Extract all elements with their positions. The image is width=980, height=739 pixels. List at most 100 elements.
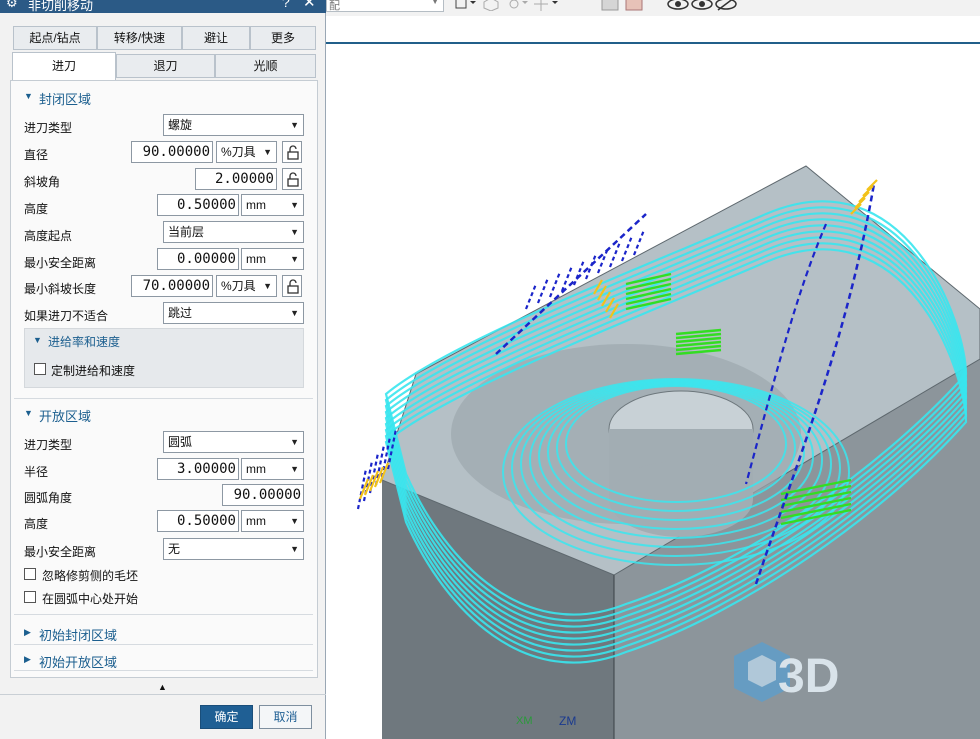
- help-button[interactable]: ?: [282, 0, 290, 10]
- axis-label: XM: [516, 715, 533, 727]
- tab-smoothing[interactable]: 光顺: [215, 54, 316, 78]
- closed-height-input[interactable]: 0.50000: [157, 194, 239, 216]
- collapse-triangle-icon: ▼: [24, 91, 33, 101]
- section-title: 封闭区域: [39, 92, 92, 107]
- select-value: 圆弧: [168, 435, 193, 449]
- rapid-move: [524, 283, 538, 310]
- custom-feed-label: 定制进给和速度: [51, 364, 136, 378]
- dialog-titlebar: ⚙ 非切削移动 ? ✕: [0, 0, 326, 13]
- select-value: mm: [246, 514, 266, 528]
- tab-label: 转移/快速: [113, 31, 166, 45]
- dropdown-arrow-icon: ▼: [290, 254, 299, 264]
- ramp-angle-input[interactable]: 2.00000: [195, 168, 277, 190]
- rapid-move: [536, 277, 550, 304]
- min-ramp-length-input[interactable]: 70.00000: [131, 275, 213, 297]
- closed-min-safe-input[interactable]: 0.00000: [157, 248, 239, 270]
- tab-transfer-rapid[interactable]: 转移/快速: [97, 26, 182, 50]
- tab-start-drill-point[interactable]: 起点/钻点: [13, 26, 97, 50]
- arc-angle-input[interactable]: 90.00000: [222, 484, 304, 506]
- open-entry-type-label: 进刀类型: [24, 438, 73, 452]
- hide-eye-icon[interactable]: [714, 0, 738, 11]
- ignore-trim-side-checkbox[interactable]: [24, 568, 36, 580]
- lock-icon: [287, 172, 299, 187]
- select-value: %刀具: [221, 145, 256, 159]
- min-ramp-unit-select[interactable]: %刀具 ▼: [216, 275, 277, 297]
- open-height-unit-select[interactable]: mm ▼: [241, 510, 304, 532]
- box-shade-icon[interactable]: [600, 0, 622, 11]
- open-min-safe-label: 最小安全距离: [24, 545, 97, 559]
- select-value: 当前层: [168, 225, 205, 239]
- dropdown-arrow-icon: ▼: [290, 516, 299, 526]
- dropdown-value: 配: [329, 0, 340, 12]
- radius-label: 半径: [24, 465, 49, 479]
- divider: [14, 614, 313, 615]
- open-height-label: 高度: [24, 517, 49, 531]
- diameter-unit-select[interactable]: %刀具 ▼: [216, 141, 277, 163]
- section-title: 初始开放区域: [39, 655, 118, 670]
- ramp-angle-lock-button[interactable]: [282, 168, 302, 190]
- radius-unit-select[interactable]: mm ▼: [241, 458, 304, 480]
- select-value: 跳过: [168, 306, 193, 320]
- expand-triangle-icon: ▶: [24, 654, 31, 664]
- closed-entry-type-select[interactable]: 螺旋 ▼: [163, 114, 304, 136]
- dropdown-arrow-icon: ▼: [290, 200, 299, 210]
- section-title: 初始封闭区域: [39, 628, 118, 643]
- min-ramp-lock-button[interactable]: [282, 275, 302, 297]
- point-snap-icon[interactable]: [506, 0, 528, 11]
- divider: [14, 644, 313, 645]
- closed-height-label: 高度: [24, 202, 49, 216]
- ramp-angle-label: 斜坡角: [24, 175, 61, 189]
- show-only-eye-icon[interactable]: [690, 0, 714, 11]
- select-value: 无: [168, 542, 181, 556]
- tab-retract[interactable]: 退刀: [116, 54, 215, 78]
- rapid-move: [560, 265, 574, 292]
- diameter-label: 直径: [24, 148, 49, 162]
- crosshair-snap-icon[interactable]: [532, 0, 558, 11]
- closed-min-safe-label: 最小安全距离: [24, 256, 97, 270]
- diameter-lock-button[interactable]: [282, 141, 302, 163]
- collapse-triangle-icon: ▼: [24, 408, 33, 418]
- start-at-arc-center-checkbox[interactable]: [24, 591, 36, 603]
- arc-angle-label: 圆弧角度: [24, 491, 73, 505]
- expand-triangle-icon: ▶: [24, 627, 31, 637]
- cancel-button[interactable]: 取消: [259, 705, 312, 729]
- height-from-select[interactable]: 当前层 ▼: [163, 221, 304, 243]
- closed-height-unit-select[interactable]: mm ▼: [241, 194, 304, 216]
- diameter-input[interactable]: 90.00000: [131, 141, 213, 163]
- dropdown-arrow-icon: ▼: [263, 281, 272, 291]
- closed-entry-type-label: 进刀类型: [24, 121, 73, 135]
- rapid-move: [632, 229, 646, 256]
- if-not-fit-select[interactable]: 跳过 ▼: [163, 302, 304, 324]
- selection-filter-dropdown[interactable]: 配 ▼: [326, 0, 444, 12]
- tab-label: 光顺: [253, 59, 278, 73]
- custom-feed-checkbox[interactable]: [34, 363, 46, 375]
- dropdown-arrow-icon: ▼: [290, 308, 299, 318]
- axis-label: ZM: [559, 714, 576, 728]
- open-min-safe-select[interactable]: 无 ▼: [163, 538, 304, 560]
- hexagon-icon[interactable]: [482, 0, 500, 11]
- show-eye-icon[interactable]: [666, 0, 690, 11]
- ok-button[interactable]: 确定: [200, 705, 253, 729]
- tab-avoidance[interactable]: 避让: [182, 26, 250, 50]
- radius-input[interactable]: 3.00000: [157, 458, 239, 480]
- close-button[interactable]: ✕: [303, 0, 316, 11]
- collapse-arrow-icon[interactable]: ▲: [158, 682, 167, 692]
- closed-min-safe-unit-select[interactable]: mm ▼: [241, 248, 304, 270]
- graphics-viewport[interactable]: 3D XM ZM: [326, 44, 980, 739]
- start-at-arc-center-label: 在圆弧中心处开始: [42, 592, 139, 606]
- box-render-icon[interactable]: [624, 0, 646, 11]
- tab-more[interactable]: 更多: [250, 26, 316, 50]
- rapid-move: [584, 253, 598, 280]
- select-value: mm: [246, 462, 266, 476]
- rapid-move: [596, 247, 610, 274]
- height-from-label: 高度起点: [24, 229, 73, 243]
- open-height-input[interactable]: 0.50000: [157, 510, 239, 532]
- snap-grid-icon[interactable]: [454, 0, 476, 11]
- select-value: %刀具: [221, 279, 256, 293]
- tab-engage[interactable]: 进刀: [12, 52, 116, 81]
- open-entry-type-select[interactable]: 圆弧 ▼: [163, 431, 304, 453]
- rapid-move: [608, 241, 622, 268]
- tab-label: 起点/钻点: [29, 31, 81, 45]
- ignore-trim-side-label: 忽略修剪侧的毛坯: [42, 569, 139, 583]
- lock-icon: [287, 145, 299, 160]
